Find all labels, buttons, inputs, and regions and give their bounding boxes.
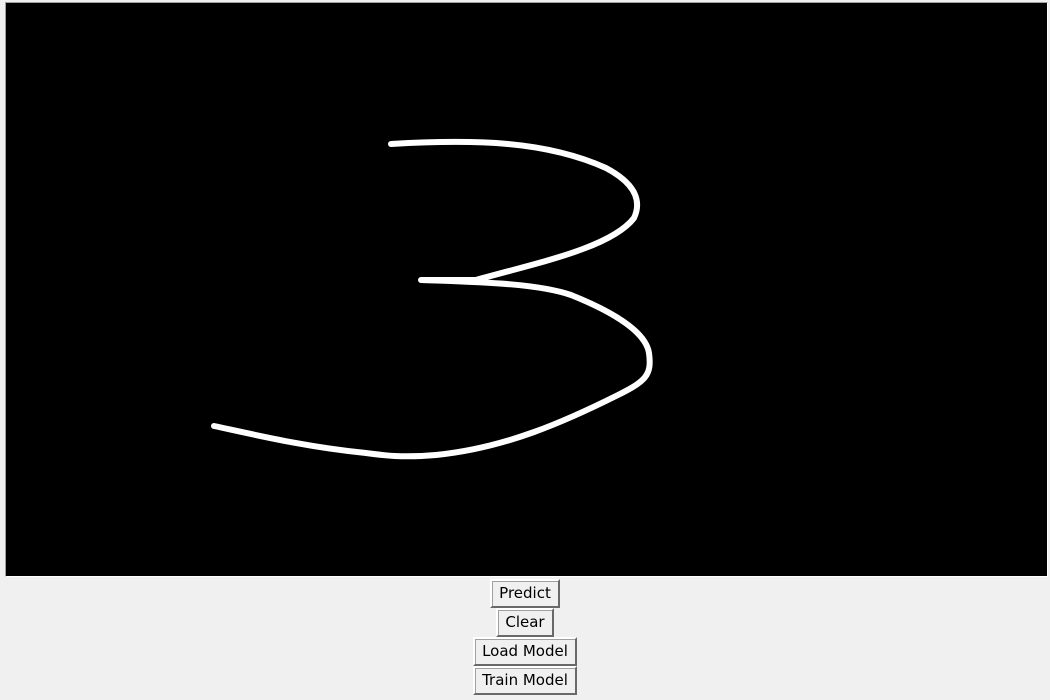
canvas-background (6, 3, 1047, 576)
button-panel: Predict Clear Load Model Train Model (0, 579, 1050, 695)
canvas-surface[interactable] (6, 3, 1047, 576)
predict-button[interactable]: Predict (490, 579, 560, 608)
app-window: Predict Clear Load Model Train Model (0, 0, 1050, 700)
load-model-button[interactable]: Load Model (473, 637, 577, 666)
drawing-canvas[interactable] (5, 2, 1048, 577)
train-model-button[interactable]: Train Model (473, 666, 577, 695)
clear-button[interactable]: Clear (496, 608, 554, 637)
